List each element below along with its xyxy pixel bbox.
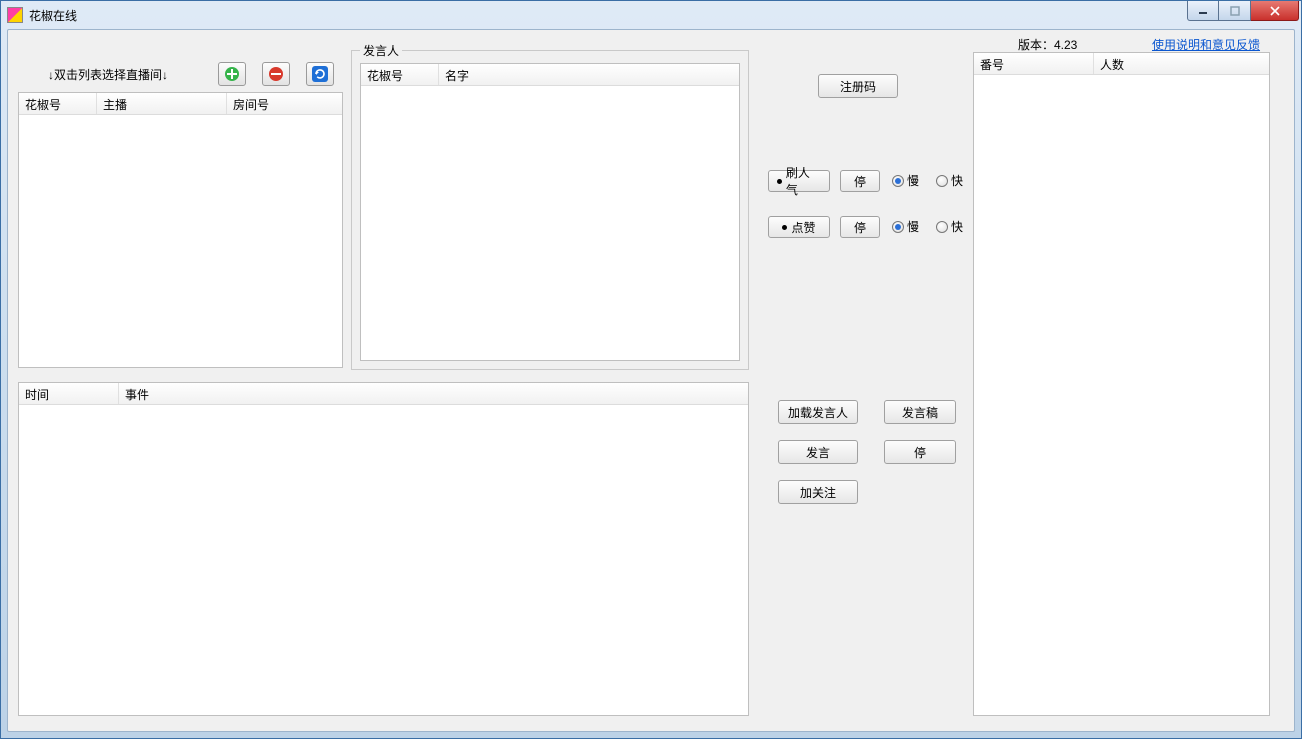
minimize-button[interactable] bbox=[1187, 1, 1219, 21]
right-col-num[interactable]: 番号 bbox=[974, 53, 1094, 74]
popularity-stop-button[interactable]: 停 bbox=[840, 170, 880, 192]
events-col-time[interactable]: 时间 bbox=[19, 383, 119, 404]
popularity-fast-label: 快 bbox=[951, 172, 963, 189]
speaker-groupbox: 发言人 花椒号 名字 bbox=[351, 50, 749, 370]
popularity-fast-radio[interactable]: 快 bbox=[936, 172, 963, 189]
events-col-event[interactable]: 事件 bbox=[119, 383, 748, 404]
maximize-icon bbox=[1230, 6, 1240, 16]
like-button[interactable]: 点赞 bbox=[768, 216, 830, 238]
remove-icon bbox=[268, 66, 284, 82]
popularity-label: 刷人气 bbox=[786, 164, 821, 198]
version-label: 版本：4.23 bbox=[1018, 36, 1077, 53]
client-area: ↓双击列表选择直播间↓ 花椒号 主播 房间号 发言人 花椒号 名字 bbox=[7, 29, 1295, 732]
instruction-label: ↓双击列表选择直播间↓ bbox=[48, 66, 168, 83]
like-slow-radio[interactable]: 慢 bbox=[892, 218, 919, 235]
radio-dot-icon bbox=[892, 221, 904, 233]
bullet-icon bbox=[782, 225, 787, 230]
right-col-count[interactable]: 人数 bbox=[1094, 53, 1269, 74]
events-table-header: 时间 事件 bbox=[19, 383, 748, 405]
popularity-button[interactable]: 刷人气 bbox=[768, 170, 830, 192]
like-stop-label: 停 bbox=[854, 219, 866, 236]
broadcast-table-header: 花椒号 主播 房间号 bbox=[19, 93, 342, 115]
radio-dot-icon bbox=[936, 221, 948, 233]
follow-button[interactable]: 加关注 bbox=[778, 480, 858, 504]
stop-button[interactable]: 停 bbox=[884, 440, 956, 464]
broadcast-col-room[interactable]: 房间号 bbox=[227, 93, 342, 114]
broadcast-col-host[interactable]: 主播 bbox=[97, 93, 227, 114]
like-label: 点赞 bbox=[791, 219, 815, 236]
stop-label: 停 bbox=[914, 444, 926, 461]
bullet-icon bbox=[777, 179, 782, 184]
follow-label: 加关注 bbox=[800, 484, 836, 501]
close-icon bbox=[1270, 6, 1280, 16]
popularity-slow-label: 慢 bbox=[907, 172, 919, 189]
remove-button[interactable] bbox=[262, 62, 290, 86]
speech-script-label: 发言稿 bbox=[902, 404, 938, 421]
app-icon bbox=[7, 7, 23, 23]
close-button[interactable] bbox=[1251, 1, 1299, 21]
add-icon bbox=[224, 66, 240, 82]
like-fast-radio[interactable]: 快 bbox=[936, 218, 963, 235]
window-title: 花椒在线 bbox=[29, 7, 77, 24]
speaker-table-header: 花椒号 名字 bbox=[361, 64, 739, 86]
like-fast-label: 快 bbox=[951, 218, 963, 235]
register-button-label: 注册码 bbox=[840, 78, 876, 95]
add-button[interactable] bbox=[218, 62, 246, 86]
broadcast-col-id[interactable]: 花椒号 bbox=[19, 93, 97, 114]
radio-dot-icon bbox=[936, 175, 948, 187]
load-speakers-button[interactable]: 加载发言人 bbox=[778, 400, 858, 424]
titlebar: 花椒在线 bbox=[1, 1, 1301, 29]
speech-script-button[interactable]: 发言稿 bbox=[884, 400, 956, 424]
speaker-legend: 发言人 bbox=[360, 42, 402, 59]
app-window: 花椒在线 ↓双击列表选择直播间↓ 花 bbox=[0, 0, 1302, 739]
minimize-icon bbox=[1198, 6, 1208, 16]
refresh-icon bbox=[312, 66, 328, 82]
speaker-col-id[interactable]: 花椒号 bbox=[361, 64, 439, 85]
broadcast-table[interactable]: 花椒号 主播 房间号 bbox=[18, 92, 343, 368]
popularity-slow-radio[interactable]: 慢 bbox=[892, 172, 919, 189]
refresh-button[interactable] bbox=[306, 62, 334, 86]
speak-button[interactable]: 发言 bbox=[778, 440, 858, 464]
window-buttons bbox=[1187, 1, 1299, 21]
register-button[interactable]: 注册码 bbox=[818, 74, 898, 98]
help-link[interactable]: 使用说明和意见反馈 bbox=[1152, 36, 1260, 53]
like-slow-label: 慢 bbox=[907, 218, 919, 235]
radio-dot-icon bbox=[892, 175, 904, 187]
right-table-header: 番号 人数 bbox=[974, 53, 1269, 75]
speaker-table[interactable]: 花椒号 名字 bbox=[360, 63, 740, 361]
maximize-button[interactable] bbox=[1219, 1, 1251, 21]
speak-label: 发言 bbox=[806, 444, 830, 461]
like-stop-button[interactable]: 停 bbox=[840, 216, 880, 238]
popularity-stop-label: 停 bbox=[854, 173, 866, 190]
load-speakers-label: 加载发言人 bbox=[788, 404, 848, 421]
speaker-col-name[interactable]: 名字 bbox=[439, 64, 739, 85]
events-table[interactable]: 时间 事件 bbox=[18, 382, 749, 716]
right-table[interactable]: 番号 人数 bbox=[973, 52, 1270, 716]
